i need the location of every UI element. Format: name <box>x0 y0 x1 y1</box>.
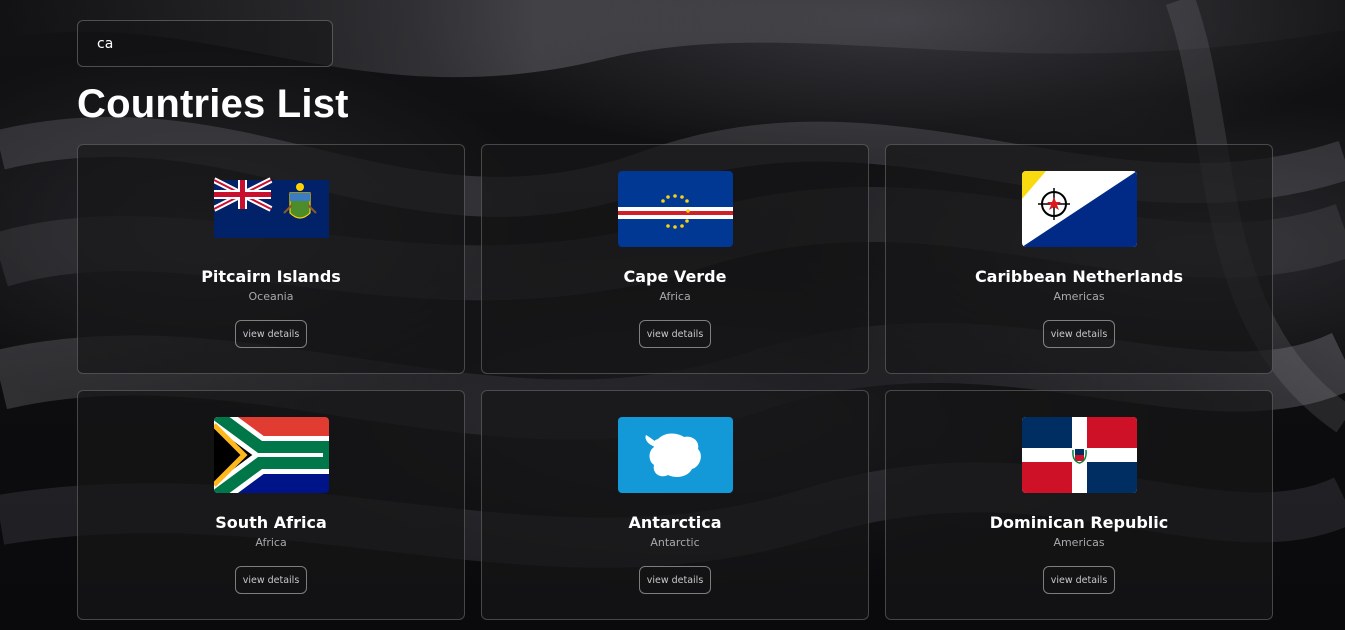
antarctica-flag-icon <box>617 417 733 493</box>
country-card: Cape Verde Africa view details <box>481 144 869 374</box>
country-name: Cape Verde <box>623 267 727 286</box>
page-title: Countries List <box>77 82 349 126</box>
country-card: Pitcairn Islands Oceania view details <box>77 144 465 374</box>
country-card: Caribbean Netherlands Americas view deta… <box>885 144 1273 374</box>
view-details-button[interactable]: view details <box>638 320 712 348</box>
view-details-button[interactable]: view details <box>234 320 308 348</box>
country-region: Africa <box>659 290 691 303</box>
country-region: Americas <box>1053 536 1105 549</box>
country-card: Antarctica Antarctic view details <box>481 390 869 620</box>
view-details-button[interactable]: view details <box>1042 566 1116 594</box>
country-card: Dominican Republic Americas view details <box>885 390 1273 620</box>
view-details-button[interactable]: view details <box>234 566 308 594</box>
country-region: Americas <box>1053 290 1105 303</box>
view-details-button[interactable]: view details <box>1042 320 1116 348</box>
country-region: Oceania <box>248 290 294 303</box>
dominican-republic-flag-icon <box>1021 417 1137 493</box>
country-name: South Africa <box>215 513 327 532</box>
country-name: Caribbean Netherlands <box>974 267 1184 286</box>
view-details-button[interactable]: view details <box>638 566 712 594</box>
country-name: Antarctica <box>628 513 722 532</box>
search-input[interactable] <box>78 21 332 66</box>
search-box[interactable] <box>77 20 333 67</box>
country-name: Dominican Republic <box>989 513 1169 532</box>
country-card: South Africa Africa view details <box>77 390 465 620</box>
cape-verde-flag-icon <box>617 171 733 247</box>
pitcairn-islands-flag-icon <box>213 171 329 247</box>
country-name: Pitcairn Islands <box>201 267 341 286</box>
country-region: Africa <box>255 536 287 549</box>
south-africa-flag-icon <box>213 417 329 493</box>
country-region: Antarctic <box>650 536 700 549</box>
caribbean-netherlands-flag-icon <box>1021 171 1137 247</box>
country-grid: Pitcairn Islands Oceania view details Ca… <box>77 144 1273 620</box>
